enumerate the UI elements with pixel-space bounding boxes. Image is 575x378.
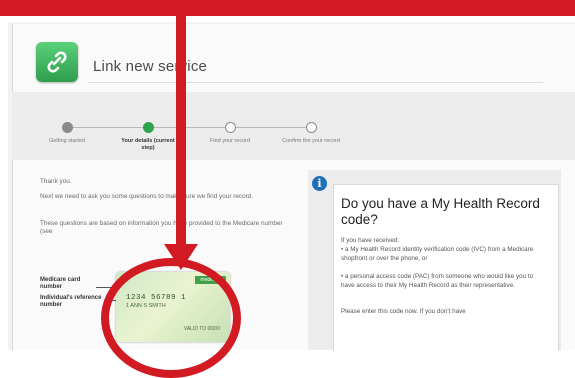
step-dot-confirm-record <box>306 122 317 133</box>
progress-line <box>63 127 311 128</box>
info-bullet-ivc: • a My Health Record identity verificati… <box>341 246 534 262</box>
title-divider <box>88 82 543 83</box>
step-dot-getting-started <box>62 122 73 133</box>
red-annotation-arrow <box>176 0 186 252</box>
thank-you-text: Thank you. <box>40 178 72 185</box>
link-service-logo-icon <box>36 42 78 82</box>
progress-band <box>12 92 575 160</box>
red-annotation-circle <box>101 258 241 378</box>
step-dot-find-record <box>225 122 236 133</box>
questions-info-text: These questions are based on information… <box>40 220 283 235</box>
step-label-confirm-record: Confirm the your record <box>282 138 340 144</box>
info-bullet-pac: • a personal access code (PAC) from some… <box>341 273 534 289</box>
step-label-your-details: Your details (current step) <box>121 138 175 151</box>
info-enter-code-text: Please enter this code now. If you don't… <box>341 308 466 315</box>
info-received-text: If you have received: <box>341 237 400 244</box>
irn-label: Individual's reference number <box>40 295 102 308</box>
step-label-find-record: Find your record <box>209 138 251 144</box>
page-title: Link new service <box>93 58 208 75</box>
step-label-getting-started: Getting started <box>48 138 86 144</box>
info-title: Do you have a My Health Record code? <box>341 196 540 227</box>
info-icon: i <box>312 176 327 191</box>
step-dot-your-details <box>143 122 154 133</box>
intro-text: Next we need to ask you some questions t… <box>40 193 254 200</box>
medicare-number-label: Medicare card number <box>40 277 81 290</box>
red-annotation-bar <box>0 0 575 16</box>
